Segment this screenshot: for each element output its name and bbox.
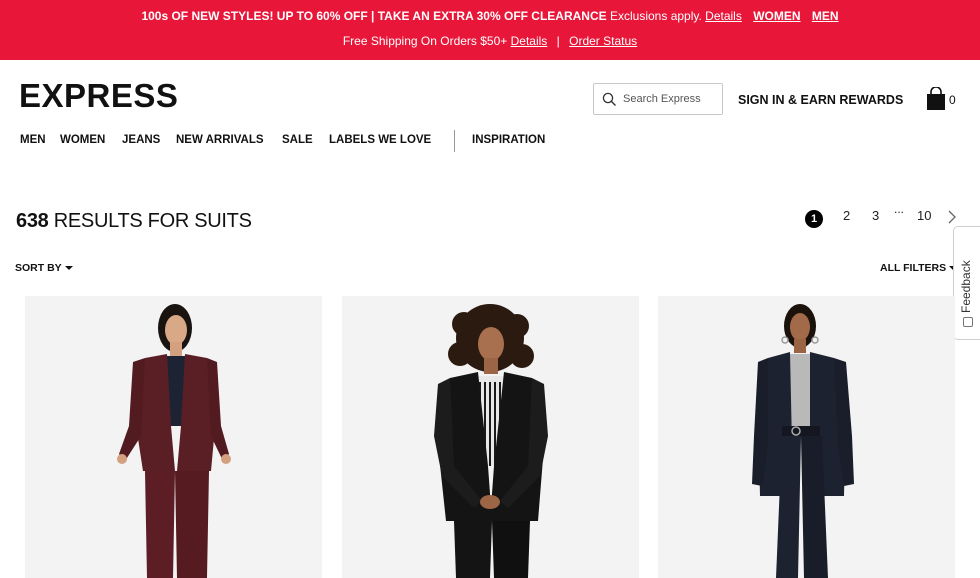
express-logo[interactable]: EXPRESS [19, 79, 178, 112]
bag-count: 0 [949, 93, 956, 107]
signin-link[interactable]: SIGN IN & EARN REWARDS [738, 93, 903, 107]
product-image [658, 296, 955, 578]
pagination: 1 2 3 ... 10 [800, 202, 970, 234]
page-ellipsis: ... [894, 202, 905, 216]
all-filters-label: ALL FILTERS [880, 262, 947, 274]
results-label: RESULTS FOR SUITS [53, 210, 252, 232]
shipping-text: Free Shipping On Orders $50+ [342, 34, 508, 48]
product-image [25, 296, 322, 578]
feedback-icon [963, 317, 973, 327]
promo-line-1: 100s OF NEW STYLES! UP TO 60% OFF | TAKE… [0, 9, 980, 23]
search-box[interactable] [593, 83, 723, 115]
product-image [342, 296, 639, 578]
results-count: 638 [16, 210, 49, 232]
promo-men-link[interactable]: MEN [812, 9, 839, 23]
search-input[interactable] [623, 91, 719, 107]
results-title: 638 RESULTS FOR SUITS [16, 210, 252, 233]
sort-by-label: SORT BY [15, 262, 62, 274]
promo-headline: 100s OF NEW STYLES! UP TO 60% OFF | TAKE… [141, 9, 607, 23]
product-card[interactable] [25, 296, 322, 578]
page-1[interactable]: 1 [805, 210, 823, 228]
nav-item-new-arrivals[interactable]: NEW ARRIVALS [176, 134, 264, 146]
all-filters-dropdown[interactable]: ALL FILTERS [880, 262, 958, 274]
nav-item-jeans[interactable]: JEANS [122, 134, 160, 146]
promo-women-link[interactable]: WOMEN [753, 9, 800, 23]
page-10[interactable]: 10 [917, 208, 931, 223]
nav-item-men[interactable]: MEN [20, 134, 46, 146]
caret-down-icon [64, 266, 73, 271]
shipping-details-link[interactable]: Details [511, 34, 548, 48]
nav-item-inspiration[interactable]: INSPIRATION [472, 134, 545, 146]
page-2[interactable]: 2 [843, 208, 850, 223]
product-card[interactable] [658, 296, 955, 578]
nav-item-women[interactable]: WOMEN [60, 134, 105, 146]
chevron-right-icon[interactable] [947, 210, 957, 224]
page-3[interactable]: 3 [872, 208, 879, 223]
promo-details-link[interactable]: Details [705, 9, 742, 23]
nav-divider [454, 130, 455, 152]
feedback-tab[interactable]: Feedback [953, 226, 980, 340]
order-status-link[interactable]: Order Status [569, 34, 637, 48]
promo-separator: | [556, 34, 560, 48]
shopping-bag-icon[interactable] [925, 87, 947, 111]
sort-by-dropdown[interactable]: SORT BY [15, 262, 73, 274]
nav-item-labels-we-love[interactable]: LABELS WE LOVE [329, 134, 431, 146]
feedback-label: Feedback [959, 260, 973, 313]
nav-item-sale[interactable]: SALE [282, 134, 313, 146]
search-icon [602, 92, 616, 106]
promo-banner: 100s OF NEW STYLES! UP TO 60% OFF | TAKE… [0, 0, 980, 60]
product-card[interactable] [342, 296, 639, 578]
promo-exclusions: Exclusions apply. [610, 9, 702, 23]
promo-line-2: Free Shipping On Orders $50+ Details | O… [0, 34, 980, 48]
